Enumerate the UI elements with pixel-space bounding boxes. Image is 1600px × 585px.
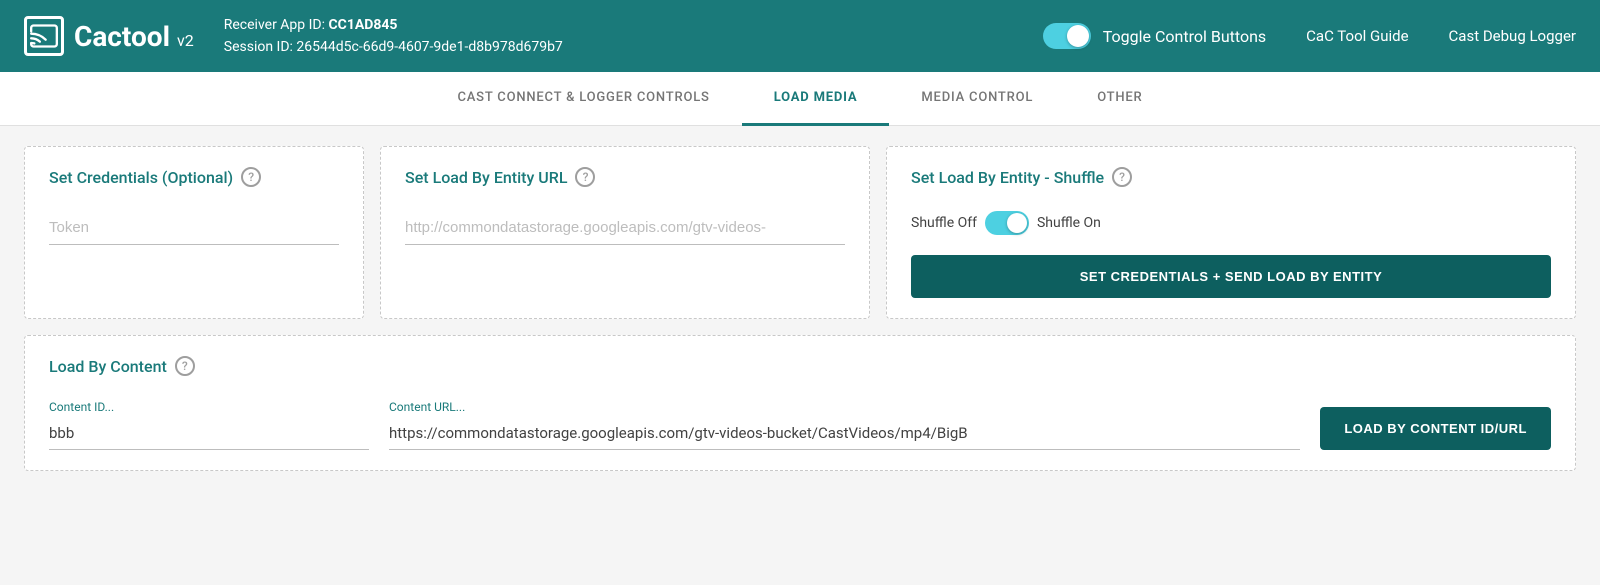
content-url-value[interactable]: https://commondatastorage.googleapis.com… <box>389 418 1300 450</box>
load-by-content-help-icon[interactable]: ? <box>175 356 195 376</box>
logo-section: Cactool v2 <box>24 16 194 56</box>
content-id-label: Content ID... <box>49 400 369 414</box>
tab-other[interactable]: OTHER <box>1065 72 1174 126</box>
cac-tool-guide-link[interactable]: CaC Tool Guide <box>1306 27 1408 45</box>
set-credentials-send-load-button[interactable]: SET CREDENTIALS + SEND LOAD BY ENTITY <box>911 255 1551 298</box>
toggle-control-buttons-section: Toggle Control Buttons <box>1043 23 1266 49</box>
app-header: Cactool v2 Receiver App ID: CC1AD845 Ses… <box>0 0 1600 72</box>
header-info: Receiver App ID: CC1AD845 Session ID: 26… <box>224 14 1043 59</box>
tab-cast-connect[interactable]: CAST CONNECT & LOGGER CONTROLS <box>425 72 741 126</box>
token-input[interactable] <box>49 211 339 245</box>
toggle-control-buttons-label: Toggle Control Buttons <box>1103 27 1266 46</box>
load-by-content-title: Load By Content ? <box>49 356 1551 376</box>
content-id-value[interactable]: bbb <box>49 418 369 450</box>
entity-url-card: Set Load By Entity URL ? <box>380 146 870 319</box>
entity-shuffle-card: Set Load By Entity - Shuffle ? Shuffle O… <box>886 146 1576 319</box>
content-url-label: Content URL... <box>389 400 1300 414</box>
entity-shuffle-help-icon[interactable]: ? <box>1112 167 1132 187</box>
cast-debug-logger-link[interactable]: Cast Debug Logger <box>1449 27 1576 45</box>
entity-url-help-icon[interactable]: ? <box>575 167 595 187</box>
entity-url-card-title: Set Load By Entity URL ? <box>405 167 845 187</box>
receiver-app-line: Receiver App ID: CC1AD845 <box>224 14 1043 36</box>
shuffle-on-label: Shuffle On <box>1037 215 1101 231</box>
tab-load-media[interactable]: LOAD MEDIA <box>742 72 890 126</box>
credentials-card-title: Set Credentials (Optional) ? <box>49 167 339 187</box>
credentials-card: Set Credentials (Optional) ? <box>24 146 364 319</box>
cast-icon <box>24 16 64 56</box>
shuffle-off-label: Shuffle Off <box>911 215 977 231</box>
entity-shuffle-card-title: Set Load By Entity - Shuffle ? <box>911 167 1551 187</box>
load-by-content-card: Load By Content ? Content ID... bbb Cont… <box>24 335 1576 471</box>
tabs-bar: CAST CONNECT & LOGGER CONTROLS LOAD MEDI… <box>0 72 1600 126</box>
content-id-field: Content ID... bbb <box>49 400 369 450</box>
shuffle-toggle-row: Shuffle Off Shuffle On <box>911 211 1551 235</box>
tab-media-control[interactable]: MEDIA CONTROL <box>889 72 1065 126</box>
session-id-line: Session ID: 26544d5c-66d9-4607-9de1-d8b9… <box>224 36 1043 58</box>
top-cards-row: Set Credentials (Optional) ? Set Load By… <box>24 146 1576 319</box>
load-content-row: Content ID... bbb Content URL... https:/… <box>49 400 1551 450</box>
shuffle-toggle-switch[interactable] <box>985 211 1029 235</box>
main-content: Set Credentials (Optional) ? Set Load By… <box>0 126 1600 491</box>
load-by-content-button[interactable]: LOAD BY CONTENT ID/URL <box>1320 407 1551 450</box>
entity-url-input[interactable] <box>405 211 845 245</box>
logo-text: Cactool v2 <box>74 20 194 53</box>
content-url-field: Content URL... https://commondatastorage… <box>389 400 1300 450</box>
toggle-control-buttons-switch[interactable] <box>1043 23 1091 49</box>
credentials-help-icon[interactable]: ? <box>241 167 261 187</box>
header-links: CaC Tool Guide Cast Debug Logger <box>1306 27 1576 45</box>
